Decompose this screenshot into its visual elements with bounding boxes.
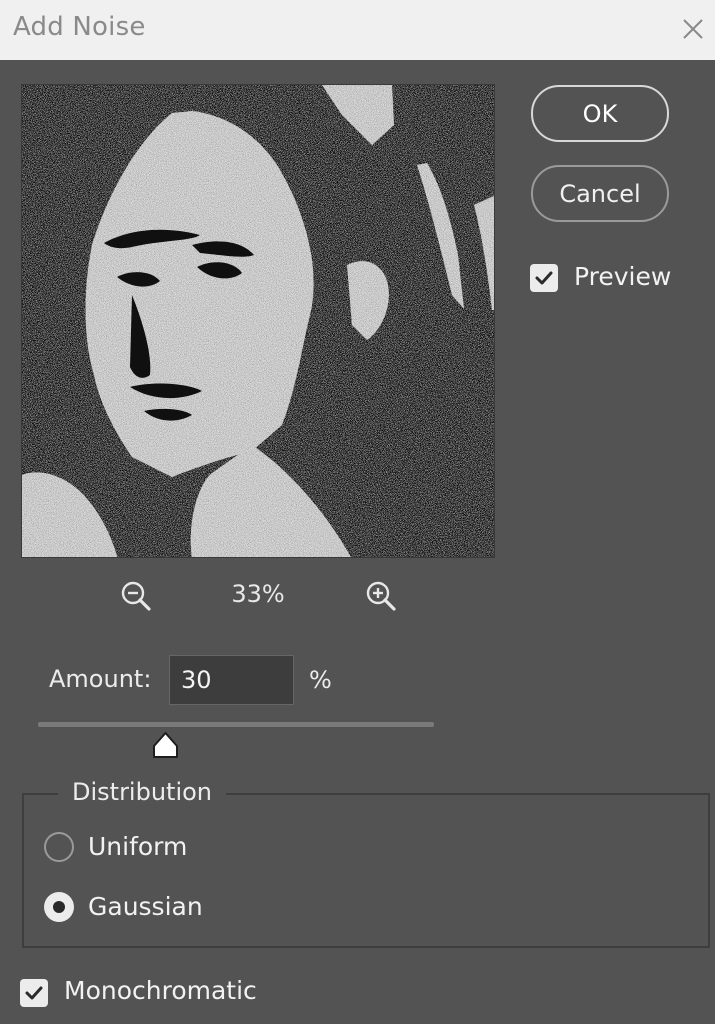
uniform-radio[interactable] (44, 832, 74, 862)
amount-label: Amount: (49, 665, 152, 693)
uniform-label: Uniform (88, 832, 188, 861)
checkmark-icon (535, 271, 553, 285)
zoom-out-button[interactable] (118, 578, 154, 614)
preview-image (22, 85, 494, 557)
zoom-in-icon (366, 581, 396, 611)
monochromatic-label: Monochromatic (64, 976, 257, 1005)
noise-preview[interactable] (21, 84, 495, 558)
gaussian-label: Gaussian (88, 892, 203, 921)
radio-selected-dot (53, 901, 65, 913)
checkmark-icon (25, 986, 43, 1000)
ok-button[interactable]: OK (531, 85, 669, 142)
close-button[interactable] (676, 12, 710, 46)
amount-unit: % (309, 666, 332, 694)
distribution-legend: Distribution (58, 778, 227, 806)
window-title: Add Noise (13, 12, 146, 42)
zoom-in-button[interactable] (363, 578, 399, 614)
amount-slider[interactable] (38, 722, 434, 727)
preview-label: Preview (574, 262, 672, 291)
zoom-out-icon (121, 581, 151, 611)
gaussian-radio[interactable] (44, 892, 74, 922)
amount-slider-thumb[interactable] (152, 731, 179, 759)
amount-input[interactable] (169, 655, 294, 705)
title-bar: Add Noise (0, 0, 715, 60)
cancel-button[interactable]: Cancel (531, 165, 669, 222)
preview-checkbox[interactable] (530, 264, 558, 292)
monochromatic-checkbox[interactable] (20, 979, 48, 1007)
close-icon (683, 19, 703, 39)
zoom-level: 33% (231, 580, 285, 608)
slider-thumb-icon (153, 732, 178, 758)
distribution-group (22, 793, 710, 948)
